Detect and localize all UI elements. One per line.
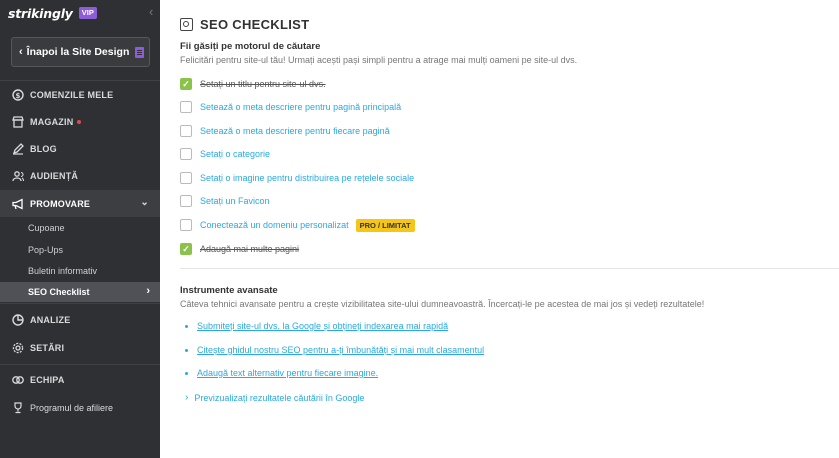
back-button-label: Înapoi la Site Design	[26, 46, 130, 58]
team-icon	[11, 373, 24, 386]
subitem-label: SEO Checklist	[28, 287, 90, 297]
sidebar-item-orders[interactable]: $ COMENZILE MELE	[0, 81, 160, 108]
checklist-link[interactable]: Setează o meta descriere pentru fiecare …	[200, 126, 390, 136]
checklist-item[interactable]: Setează o meta descriere pentru fiecare …	[180, 124, 390, 138]
people-icon	[11, 169, 24, 182]
checklist-label: Setați un titlu pentru site-ul dvs.	[200, 79, 326, 89]
divider	[0, 303, 160, 304]
advanced-link[interactable]: Adaugă text alternativ pentru fiecare im…	[185, 368, 378, 378]
checklist-item[interactable]: Setați o categorie	[180, 147, 270, 161]
sidebar-item-label: PROMOVARE	[30, 198, 91, 209]
sidebar-item-label: BLOG	[30, 143, 57, 154]
bullet-icon	[185, 348, 188, 352]
checkbox[interactable]	[180, 172, 192, 184]
section-description: Felicitări pentru site-ul tău! Urmați ac…	[180, 55, 578, 65]
checklist-item[interactable]: Conectează un domeniu personalizat PRO /…	[180, 218, 415, 232]
sidebar-subitem-popups[interactable]: Pop-Ups	[0, 240, 160, 260]
svg-text:$: $	[15, 92, 20, 100]
checkbox[interactable]	[180, 101, 192, 113]
brand-logo[interactable]: strikingly	[8, 6, 73, 21]
sidebar-item-store[interactable]: MAGAZIN	[0, 108, 160, 135]
chevron-down-icon: ⌄	[140, 197, 149, 208]
seo-search-icon	[180, 18, 193, 31]
checklist-label: Adaugă mai multe pagini	[200, 244, 300, 254]
checkbox-checked[interactable]: ✓	[180, 243, 192, 255]
brand[interactable]: strikingly VIP	[8, 5, 97, 21]
notification-dot	[77, 119, 82, 124]
subitem-label: Pop-Ups	[28, 245, 64, 255]
section-heading: Instrumente avansate	[180, 285, 278, 296]
checkbox[interactable]	[180, 125, 192, 137]
pro-limited-badge: PRO / LIMITAT	[355, 218, 415, 232]
sidebar-item-settings[interactable]: SETĂRI	[0, 334, 160, 361]
section-description: Câteva tehnici avansate pentru a crește …	[180, 299, 705, 309]
checklist-item[interactable]: Setați o imagine pentru distribuirea pe …	[180, 171, 414, 185]
preview-link-text[interactable]: Previzualizați rezultatele căutării în G…	[194, 393, 364, 403]
checkbox[interactable]	[180, 219, 192, 231]
sidebar-item-blog[interactable]: BLOG	[0, 135, 160, 162]
sidebar-item-label: COMENZILE MELE	[30, 89, 114, 100]
sidebar-item-label: ANALIZE	[30, 314, 71, 325]
subitem-label: Cupoane	[28, 223, 65, 233]
checklist-link[interactable]: Setează o meta descriere pentru pagină p…	[200, 102, 401, 112]
page-title: SEO CHECKLIST	[200, 17, 310, 32]
chevron-left-icon: ‹	[19, 46, 23, 58]
sidebar-item-label: ECHIPA	[30, 374, 65, 385]
subitem-label: Buletin informativ	[28, 266, 98, 276]
sidebar-item-promotion[interactable]: PROMOVARE ⌄	[0, 190, 160, 217]
chevron-right-icon: ›	[146, 285, 150, 297]
sidebar-item-label: AUDIENȚĂ	[30, 170, 79, 181]
section-divider	[180, 268, 839, 269]
sidebar-subitem-seo-checklist[interactable]: SEO Checklist ›	[0, 282, 160, 302]
sidebar-item-analytics[interactable]: ANALIZE	[0, 306, 160, 333]
checklist-link[interactable]: Setați o categorie	[200, 149, 270, 159]
divider	[0, 364, 160, 365]
page-header: SEO CHECKLIST	[180, 17, 309, 32]
store-icon	[11, 115, 24, 128]
dollar-icon: $	[11, 88, 24, 101]
back-to-site-design-button[interactable]: ‹ Înapoi la Site Design	[11, 37, 150, 67]
sidebar-item-audience[interactable]: AUDIENȚĂ	[0, 162, 160, 189]
checklist-link[interactable]: Setați un Favicon	[200, 196, 270, 206]
checklist-link[interactable]: Conectează un domeniu personalizat	[200, 220, 349, 230]
collapse-sidebar-icon[interactable]: ‹	[149, 4, 153, 20]
page-icon	[135, 46, 145, 58]
sidebar-subitem-newsletter[interactable]: Buletin informativ	[0, 261, 160, 281]
section-heading: Fii găsiți pe motorul de căutare	[180, 41, 321, 52]
advanced-link-text[interactable]: Citește ghidul nostru SEO pentru a-ți îm…	[197, 345, 484, 355]
bullet-icon	[185, 324, 188, 328]
advanced-link[interactable]: Submiteți site-ul dvs. la Google și obți…	[185, 321, 448, 331]
gear-icon	[11, 341, 24, 354]
checkbox-checked[interactable]: ✓	[180, 78, 192, 90]
megaphone-icon	[11, 197, 24, 210]
checklist-item[interactable]: Setați un Favicon	[180, 194, 270, 208]
sidebar-item-label: MAGAZIN	[30, 116, 74, 127]
checkbox[interactable]	[180, 195, 192, 207]
advanced-link-text[interactable]: Submiteți site-ul dvs. la Google și obți…	[197, 321, 448, 331]
vip-badge: VIP	[78, 7, 97, 19]
advanced-link-text[interactable]: Adaugă text alternativ pentru fiecare im…	[197, 368, 378, 378]
sidebar: strikingly VIP ‹ ‹ Înapoi la Site Design…	[0, 0, 160, 458]
advanced-link[interactable]: Citește ghidul nostru SEO pentru a-ți îm…	[185, 345, 484, 355]
chart-icon	[11, 313, 24, 326]
google-preview-toggle[interactable]: › Previzualizați rezultatele căutării în…	[185, 392, 364, 403]
checklist-item[interactable]: Setează o meta descriere pentru pagină p…	[180, 100, 401, 114]
sidebar-item-label: SETĂRI	[30, 342, 65, 353]
checklist-link[interactable]: Setați o imagine pentru distribuirea pe …	[200, 173, 414, 183]
checklist-item[interactable]: ✓ Setați un titlu pentru site-ul dvs.	[180, 77, 326, 91]
sidebar-item-affiliate[interactable]: Programul de afiliere	[0, 394, 160, 421]
trophy-icon	[11, 401, 24, 414]
checklist-item[interactable]: ✓ Adaugă mai multe pagini	[180, 242, 299, 256]
sidebar-item-label: Programul de afiliere	[30, 402, 114, 413]
chevron-right-icon: ›	[185, 392, 189, 403]
checkbox[interactable]	[180, 148, 192, 160]
sidebar-item-team[interactable]: ECHIPA	[0, 366, 160, 393]
bullet-icon	[185, 371, 188, 375]
pen-icon	[11, 142, 24, 155]
sidebar-subitem-coupons[interactable]: Cupoane	[0, 218, 160, 238]
